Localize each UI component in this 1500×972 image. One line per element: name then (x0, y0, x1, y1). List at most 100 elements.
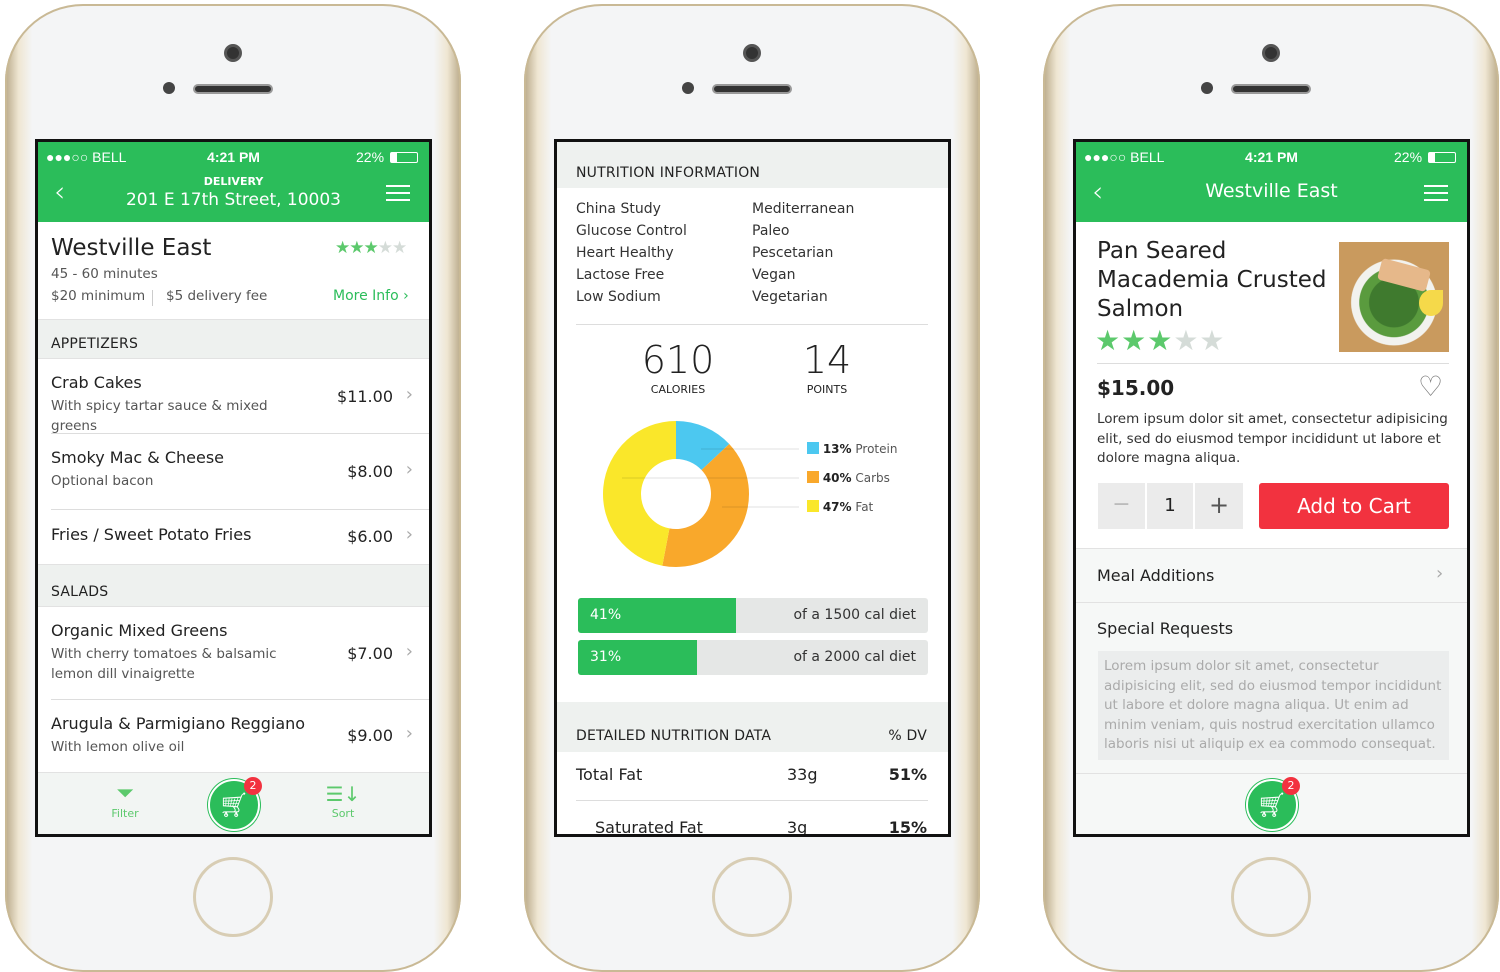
phone-frame: NUTRITION INFORMATION China Study Glucose… (524, 4, 980, 972)
minimum-order: $20 minimum (51, 288, 146, 304)
cart-badge: 2 (1282, 777, 1300, 795)
dish-description: Lorem ipsum dolor sit amet, consectetur … (1097, 411, 1448, 466)
section-title: APPETIZERS (51, 336, 139, 352)
diet-tag: China Study (576, 201, 661, 217)
item-name: Organic Mixed Greens (51, 621, 228, 640)
sort-label: Sort (331, 807, 355, 820)
header-title: Westville East (1205, 180, 1338, 202)
special-requests-label: Special Requests (1097, 619, 1234, 638)
add-to-cart-button[interactable]: Add to Cart (1259, 483, 1449, 529)
quantity-field[interactable]: 1 (1147, 483, 1193, 529)
nutrient-dv: 15% (888, 818, 927, 837)
sensor (682, 82, 694, 94)
phone-frame: ●●●○○ BELL 4:21 PM 22% ‹ Westville East … (1043, 4, 1499, 972)
header: ●●●○○ BELL 4:21 PM 22% ‹ Westville East (1076, 142, 1467, 222)
diet-list-right: Mediterranean Paleo Pescetarian Vegan Vegeta… (752, 198, 854, 308)
chevron-right-icon: › (1436, 563, 1444, 584)
filter-icon: ⏷ (116, 781, 134, 806)
divider (576, 800, 928, 801)
divider (1097, 363, 1449, 364)
bar-label: of a 1500 cal diet (793, 607, 916, 623)
bar-label: of a 2000 cal diet (793, 649, 916, 665)
legend-item: 40% Carbs (807, 471, 890, 485)
sensor (1201, 82, 1213, 94)
item-price: $8.00 (347, 462, 393, 481)
legend-swatch (807, 500, 819, 512)
chevron-right-icon: › (405, 383, 413, 405)
menu-item[interactable]: Smoky Mac & Cheese Optional bacon $8.00 … (38, 434, 429, 510)
menu-item[interactable]: Crab Cakes With spicy tartar sauce & mix… (38, 359, 429, 434)
section-header: APPETIZERS (38, 319, 429, 359)
section-title: SALADS (51, 584, 109, 600)
home-button[interactable] (712, 857, 792, 937)
menu-icon[interactable] (1424, 185, 1448, 201)
meal-additions-row[interactable]: Meal Additions › (1076, 549, 1467, 603)
battery-percent: 22% (1394, 149, 1423, 165)
favorite-heart-icon[interactable]: ♡ (1418, 372, 1443, 402)
menu-item[interactable]: Organic Mixed Greens With cherry tomatoe… (38, 607, 429, 700)
item-price: $11.00 (337, 386, 393, 406)
nutrient-amount: 33g (787, 765, 818, 784)
dish-title-line: Pan Seared (1097, 238, 1227, 264)
menu-item[interactable]: Fries / Sweet Potato Fries $6.00 › (38, 510, 429, 564)
nutrition-title: NUTRITION INFORMATION (576, 165, 761, 181)
rating-stars[interactable]: ★★★★★ (1095, 324, 1226, 357)
more-info-label: More Info (333, 288, 399, 304)
calories-value: 610 (641, 338, 715, 382)
diet-tag: Mediterranean (752, 201, 855, 217)
item-price: $6.00 (347, 527, 393, 546)
section-header: SALADS (38, 564, 429, 607)
home-button[interactable] (1231, 857, 1311, 937)
divider (152, 290, 153, 306)
salmon-shape (1377, 257, 1431, 293)
bottom-toolbar: ⏷ Filter 🛒︎ 2 ☰↓ Sort (38, 772, 429, 834)
nutrition-header: NUTRITION INFORMATION (557, 142, 948, 188)
increase-quantity-button[interactable]: + (1195, 483, 1243, 529)
item-description: With cherry tomatoes & balsamic lemon di… (51, 646, 277, 682)
cart-icon: 🛒︎ (1256, 791, 1288, 819)
home-button[interactable] (193, 857, 273, 937)
legend-label: Fat (855, 500, 874, 514)
legend-item: 13% Protein (807, 442, 897, 456)
special-requests-input[interactable]: Lorem ipsum dolor sit amet, consectetur … (1098, 651, 1449, 760)
points-label: POINTS (806, 383, 848, 396)
bar-percent: 31% (590, 649, 622, 665)
sort-button[interactable]: ☰↓ Sort (318, 781, 368, 820)
menu-icon[interactable] (386, 185, 410, 201)
cart-icon: 🛒︎ (218, 791, 250, 819)
dish-title-line: Macademia Crusted (1097, 267, 1327, 293)
legend-swatch (807, 471, 819, 483)
speaker (193, 84, 273, 94)
delivery-fee: $5 delivery fee (166, 288, 268, 304)
item-name: Fries / Sweet Potato Fries (51, 525, 252, 544)
legend-label: Protein (855, 442, 898, 456)
dish-title: Pan Seared Macademia Crusted Salmon (1097, 237, 1326, 324)
item-description: Optional bacon (51, 473, 154, 489)
delivery-address[interactable]: 201 E 17th Street, 10003 (38, 190, 429, 210)
filter-button[interactable]: ⏷ Filter (100, 781, 150, 820)
dish-screen: ●●●○○ BELL 4:21 PM 22% ‹ Westville East … (1073, 139, 1470, 837)
more-info-link[interactable]: More Info › (333, 288, 409, 304)
menu-item[interactable]: Arugula & Parmigiano Reggiano With lemon… (38, 700, 429, 772)
legend-label: Carbs (855, 471, 890, 485)
camera (743, 44, 761, 62)
filter-label: Filter (111, 807, 139, 820)
diet-tag: Pescetarian (752, 245, 834, 261)
diet-list-left: China Study Glucose Control Heart Healthy L… (576, 198, 687, 308)
diet-tag: Glucose Control (576, 223, 687, 239)
rating-stars: ★★★★★ (335, 238, 407, 258)
cart-badge: 2 (244, 777, 262, 795)
nutrient-name: Total Fat (576, 765, 643, 784)
nutrient-dv: 51% (888, 765, 927, 784)
decrease-quantity-button[interactable]: − (1098, 483, 1145, 529)
sort-icon: ☰↓ (325, 782, 361, 806)
battery-icon (390, 152, 418, 163)
divider (576, 324, 928, 325)
bar-percent: 41% (590, 607, 622, 623)
nutrient-name: Saturated Fat (595, 818, 703, 837)
delivery-label: DELIVERY (203, 175, 264, 188)
points-value: 14 (802, 338, 852, 382)
nutrition-table: Total Fat 33g 51% Saturated Fat 3g 15% (557, 752, 948, 837)
diet-tag: Lactose Free (576, 267, 665, 283)
diet-tag: Vegetarian (752, 289, 828, 305)
